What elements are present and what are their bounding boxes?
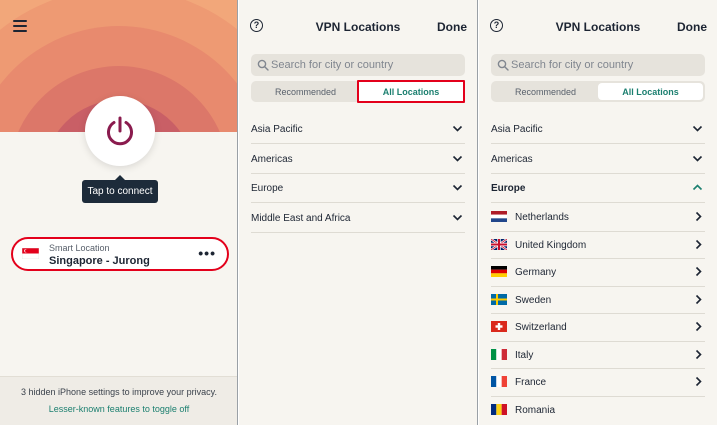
netherlands-flag-icon	[491, 211, 507, 222]
chevron-right-icon	[695, 321, 702, 332]
chevron-right-icon	[695, 294, 702, 304]
region-label: Middle East and Africa	[251, 213, 351, 224]
country-row[interactable]: France	[491, 369, 705, 397]
chevron-right-icon	[695, 349, 702, 359]
chevron-down-icon	[452, 184, 463, 191]
country-label: Italy	[515, 349, 534, 361]
privacy-tip-text: 3 hidden iPhone settings to improve your…	[21, 387, 217, 397]
chevron-down-icon	[452, 214, 463, 221]
connect-tooltip: Tap to connect	[82, 175, 158, 203]
romania-flag-icon	[491, 403, 507, 415]
chevron-right-icon	[695, 211, 702, 222]
country-label: Netherlands	[515, 212, 569, 223]
hamburger-menu-icon[interactable]	[13, 20, 27, 32]
done-button[interactable]: Done	[437, 20, 467, 34]
tab-all-locations[interactable]: All Locations	[357, 80, 465, 103]
header: ? VPN Locations Done	[479, 0, 717, 44]
chevron-right-icon	[695, 239, 702, 249]
search-input[interactable]	[511, 54, 701, 76]
italy-flag-icon	[491, 348, 507, 360]
home-screen: Tap to connect Smart Location Singapore …	[0, 0, 238, 425]
sweden-flag-icon	[491, 293, 507, 305]
more-options-icon[interactable]: •••	[198, 246, 216, 260]
country-label: Germany	[515, 267, 557, 278]
germany-flag-icon	[491, 266, 507, 277]
chevron-down-icon	[452, 155, 463, 162]
region-row[interactable]: Americas	[251, 145, 465, 174]
location-tabs: Recommended All Locations	[491, 81, 705, 102]
country-label: France	[515, 377, 547, 388]
privacy-tip-footer: 3 hidden iPhone settings to improve your…	[0, 376, 237, 425]
country-label: Sweden	[515, 294, 552, 306]
chevron-down-icon	[692, 155, 703, 162]
search-bar[interactable]	[491, 54, 705, 76]
switzerland-flag-icon	[491, 321, 507, 332]
region-row-expanded[interactable]: Europe	[491, 174, 705, 203]
privacy-tip-link[interactable]: Lesser-known features to toggle off	[0, 404, 237, 414]
country-row[interactable]: Sweden	[491, 287, 705, 314]
country-row[interactable]: Switzerland	[491, 314, 705, 342]
power-icon	[107, 116, 133, 146]
search-icon	[257, 59, 269, 71]
header: ? VPN Locations Done	[239, 0, 477, 44]
smart-location-label: Smart Location	[49, 243, 110, 253]
tab-recommended[interactable]: Recommended	[493, 83, 598, 100]
country-row[interactable]: Italy	[491, 342, 705, 369]
united-kingdom-flag-icon	[491, 238, 507, 250]
region-label: Europe	[491, 183, 526, 194]
region-label: Americas	[251, 154, 293, 165]
country-label: United Kingdom	[515, 239, 587, 251]
france-flag-icon	[491, 376, 507, 387]
country-row[interactable]: Netherlands	[491, 204, 705, 232]
search-bar[interactable]	[251, 54, 465, 76]
search-input[interactable]	[271, 54, 461, 76]
done-button[interactable]: Done	[677, 20, 707, 34]
location-name: Singapore - Jurong	[49, 255, 150, 267]
country-label: Switzerland	[515, 322, 567, 333]
country-row[interactable]: Germany	[491, 259, 705, 287]
chevron-down-icon	[692, 125, 703, 132]
region-label: Asia Pacific	[251, 124, 303, 135]
power-button[interactable]	[85, 96, 155, 166]
region-label: Americas	[491, 154, 533, 165]
region-row[interactable]: Asia Pacific	[491, 115, 705, 144]
smart-location-card[interactable]: Smart Location Singapore - Jurong •••	[11, 237, 229, 271]
chevron-right-icon	[695, 376, 702, 387]
country-row[interactable]: Romania	[491, 397, 705, 425]
location-tabs: Recommended All Locations	[251, 80, 465, 103]
country-label: Romania	[515, 404, 556, 416]
chevron-up-icon	[692, 184, 703, 191]
region-label: Europe	[251, 183, 284, 194]
tab-recommended[interactable]: Recommended	[253, 83, 358, 100]
singapore-flag-icon	[22, 248, 39, 259]
tab-all-locations[interactable]: All Locations	[598, 83, 703, 100]
vpn-locations-collapsed: ? VPN Locations Done Recommended All Loc…	[239, 0, 478, 425]
chevron-down-icon	[452, 125, 463, 132]
search-icon	[497, 59, 509, 71]
vpn-locations-expanded: ? VPN Locations Done Recommended All Loc…	[479, 0, 717, 425]
region-label: Asia Pacific	[491, 124, 543, 135]
region-row[interactable]: Middle East and Africa	[251, 204, 465, 233]
country-row[interactable]: United Kingdom	[491, 232, 705, 259]
region-row[interactable]: Americas	[491, 145, 705, 174]
region-row[interactable]: Europe	[251, 174, 465, 203]
region-row[interactable]: Asia Pacific	[251, 115, 465, 144]
chevron-right-icon	[695, 266, 702, 277]
